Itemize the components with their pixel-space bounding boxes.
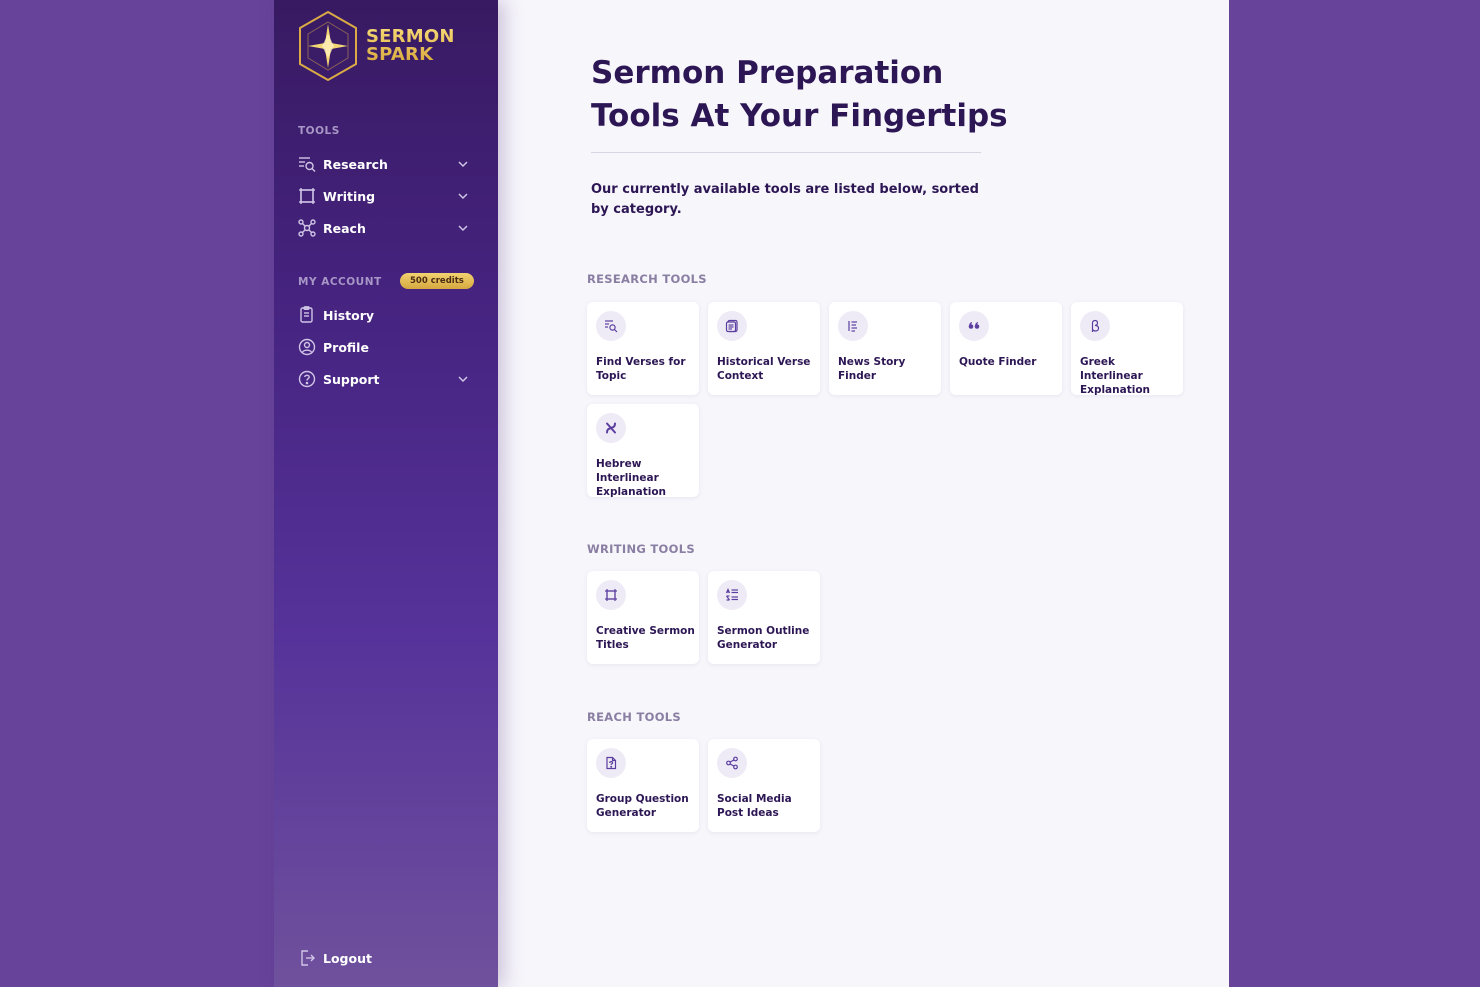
aleph-icon xyxy=(596,413,626,443)
writing-tools-label: WRITING TOOLS xyxy=(587,542,695,556)
tool-card-label: News Story Finder xyxy=(838,356,906,382)
tools-section-label: TOOLS xyxy=(298,125,340,137)
tool-card-hebrew-interlinear[interactable]: Hebrew Interlinear Explanation xyxy=(587,404,699,498)
document-icon xyxy=(717,311,747,341)
tool-card-label: Group Question Generator xyxy=(596,793,689,819)
sidebar-item-research[interactable]: Research xyxy=(298,152,470,176)
account-section-label: MY ACCOUNT xyxy=(298,276,382,288)
tool-card-sermon-outline[interactable]: Sermon Outline Generator xyxy=(708,571,820,664)
sidebar-item-writing[interactable]: Writing xyxy=(298,184,470,208)
brand-line2: SPARK xyxy=(366,44,434,65)
tool-card-group-questions[interactable]: Group Question Generator xyxy=(587,739,699,832)
page-title: Sermon Preparation Tools At Your Fingert… xyxy=(591,55,1008,134)
tool-card-find-verses[interactable]: Find Verses for Topic xyxy=(587,302,699,395)
support-icon xyxy=(298,370,316,388)
tool-card-label: Historical Verse Context xyxy=(717,356,811,382)
tool-card-news-story[interactable]: News Story Finder xyxy=(829,302,941,395)
logout-icon xyxy=(298,949,316,967)
sidebar-item-label: Research xyxy=(323,156,388,172)
title-divider xyxy=(591,152,981,153)
tool-card-label: Sermon Outline Generator xyxy=(717,625,810,651)
tool-card-greek-interlinear[interactable]: Greek Interlinear Explanation xyxy=(1071,302,1183,396)
chevron-down-icon[interactable] xyxy=(456,189,470,203)
brand-name: SERMON SPARK xyxy=(366,28,455,64)
frame-icon xyxy=(596,580,626,610)
chevron-down-icon[interactable] xyxy=(456,157,470,171)
star-logo-icon xyxy=(299,10,357,82)
history-icon xyxy=(298,306,316,324)
reach-icon xyxy=(298,219,316,237)
research-icon xyxy=(298,155,316,173)
tool-card-historical-context[interactable]: Historical Verse Context xyxy=(708,302,820,395)
intro-text: Our currently available tools are listed… xyxy=(591,182,979,217)
sidebar-item-label: Reach xyxy=(323,220,366,236)
sidebar-item-reach[interactable]: Reach xyxy=(298,216,470,240)
sidebar-item-label: Profile xyxy=(323,339,369,355)
tool-card-label: Social Media Post Ideas xyxy=(717,793,792,819)
sidebar: SERMON SPARK TOOLS Research Writing Reac… xyxy=(274,0,498,987)
main-content: Sermon Preparation Tools At Your Fingert… xyxy=(498,0,1229,987)
sidebar-item-profile[interactable]: Profile xyxy=(298,335,470,359)
sidebar-item-label: Writing xyxy=(323,188,376,204)
logout-button[interactable]: Logout xyxy=(298,946,470,970)
tool-card-label: Quote Finder xyxy=(959,356,1037,368)
reach-tools-label: REACH TOOLS xyxy=(587,710,681,724)
tool-card-label: Hebrew Interlinear Explanation xyxy=(596,458,667,498)
tool-card-label: Creative Sermon Titles xyxy=(596,625,695,651)
quote-icon xyxy=(959,311,989,341)
chevron-down-icon[interactable] xyxy=(456,372,470,386)
logout-label: Logout xyxy=(323,950,372,966)
writing-icon xyxy=(298,187,316,205)
credits-badge: 500 credits xyxy=(400,273,474,289)
search-list-icon xyxy=(596,311,626,341)
outline-icon xyxy=(717,580,747,610)
tool-card-label: Find Verses for Topic xyxy=(596,356,686,382)
share-icon xyxy=(717,748,747,778)
tool-card-quote-finder[interactable]: Quote Finder xyxy=(950,302,1062,395)
research-tools-label: RESEARCH TOOLS xyxy=(587,272,707,286)
sidebar-item-label: Support xyxy=(323,371,380,387)
brand-logo[interactable]: SERMON SPARK xyxy=(296,10,455,82)
tool-card-social-media[interactable]: Social Media Post Ideas xyxy=(708,739,820,832)
sidebar-item-support[interactable]: Support xyxy=(298,367,470,391)
sidebar-item-history[interactable]: History xyxy=(298,303,470,327)
profile-icon xyxy=(298,338,316,356)
question-doc-icon xyxy=(596,748,626,778)
sidebar-item-label: History xyxy=(323,307,375,323)
beta-icon xyxy=(1080,311,1110,341)
tool-card-label: Greek Interlinear Explanation xyxy=(1080,356,1151,396)
chevron-down-icon[interactable] xyxy=(456,221,470,235)
list-lines-icon xyxy=(838,311,868,341)
tool-card-sermon-titles[interactable]: Creative Sermon Titles xyxy=(587,571,699,664)
